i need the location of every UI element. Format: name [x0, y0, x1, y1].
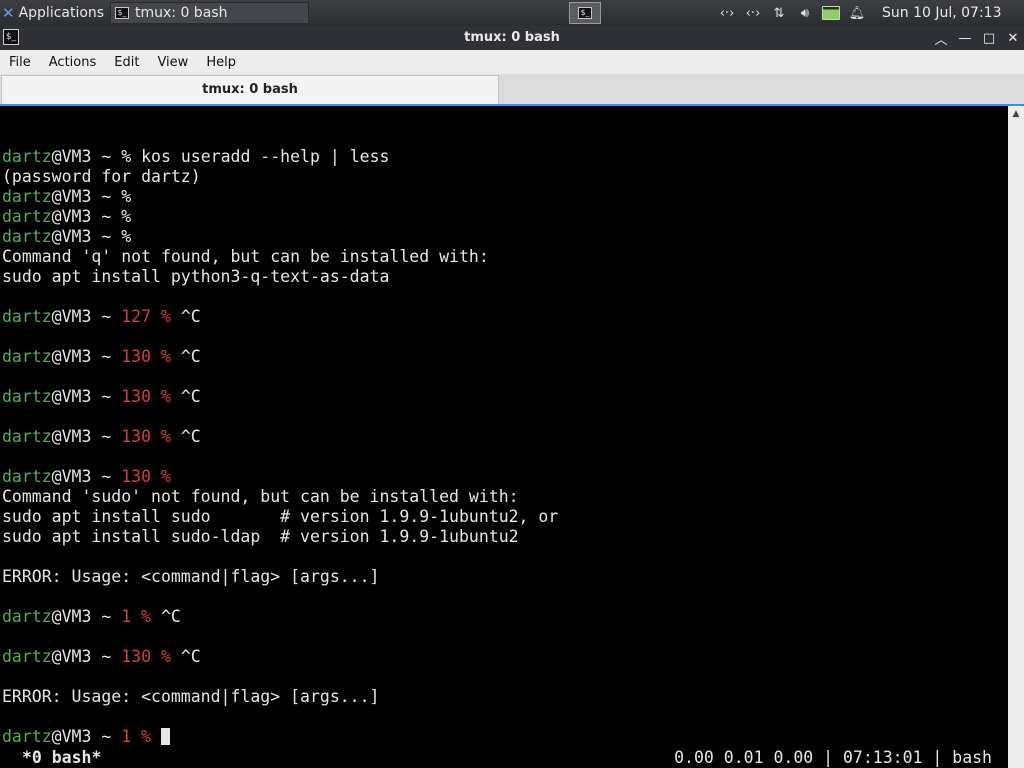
window-title: tmux: 0 bash	[464, 30, 560, 45]
menu-bar: File Actions Edit View Help	[0, 50, 1024, 74]
top-panel: ✕ Applications $_ tmux: 0 bash $_ ‹·› ‹·…	[0, 0, 1024, 26]
taskbar-terminal-button[interactable]: $_ tmux: 0 bash	[110, 2, 309, 24]
applications-label: Applications	[18, 5, 105, 21]
text-cursor	[160, 728, 170, 745]
terminal-line: sudo apt install python3-q-text-as-data	[2, 267, 390, 286]
system-tray: ‹·› ‹·› ⇅ 🔊︎ 🔔︎	[718, 0, 866, 26]
tab-tmux-bash[interactable]: tmux: 0 bash	[1, 75, 499, 105]
close-icon[interactable]: ✕	[1006, 31, 1020, 46]
terminal-line: ERROR: Usage: <command|flag> [args...]	[2, 687, 380, 706]
menu-actions[interactable]: Actions	[40, 55, 106, 70]
maximize-icon[interactable]: □	[982, 31, 996, 46]
terminal-line: Command 'q' not found, but can be instal…	[2, 247, 489, 266]
terminal-line: dartz@VM3 ~ 130 % ^C	[2, 387, 201, 406]
terminal-line: dartz@VM3 ~ 130 % ^C	[2, 347, 201, 366]
workspace-button[interactable]: $_	[569, 2, 601, 24]
xfce-logo-icon: ✕	[2, 4, 15, 22]
tmux-status-right: 0.00 0.01 0.00 | 07:13:01 | bash	[674, 748, 992, 767]
menu-edit[interactable]: Edit	[105, 55, 148, 70]
network-icon[interactable]: ‹·›	[718, 6, 736, 21]
minimize-icon[interactable]: —	[958, 31, 972, 46]
terminal-icon: $_	[578, 7, 592, 19]
terminal-line: dartz@VM3 ~ %	[2, 207, 132, 226]
tmux-window-list: *0 bash*	[12, 748, 102, 767]
terminal-line: dartz@VM3 ~ 130 %	[2, 467, 171, 486]
terminal-line: dartz@VM3 ~ %	[2, 187, 132, 206]
terminal-line: sudo apt install sudo # version 1.9.9-1u…	[2, 507, 559, 526]
terminal-line: sudo apt install sudo-ldap # version 1.9…	[2, 527, 519, 546]
transfer-icon[interactable]: ⇅	[770, 6, 788, 21]
tmux-status-bar: *0 bash* 0.00 0.01 0.00 | 07:13:01 | bas…	[0, 747, 1008, 768]
window-titlebar[interactable]: $_ tmux: 0 bash ︿ — □ ✕	[0, 26, 1024, 50]
shade-icon[interactable]: ︿	[934, 29, 948, 48]
terminal-output[interactable]: dartz@VM3 ~ % kos useradd --help | less(…	[0, 106, 1008, 768]
taskbar-label: tmux: 0 bash	[135, 5, 228, 21]
terminal-icon: $_	[115, 7, 129, 19]
terminal-line: dartz@VM3 ~ 127 % ^C	[2, 307, 201, 326]
scroll-up-arrow-icon[interactable]: ▲	[1010, 108, 1022, 120]
tab-bar: tmux: 0 bash	[0, 74, 1024, 106]
terminal-line: dartz@VM3 ~ 130 % ^C	[2, 427, 201, 446]
menu-help[interactable]: Help	[197, 55, 245, 70]
terminal-line: (password for dartz)	[2, 167, 201, 186]
terminal-line: Command 'sudo' not found, but can be ins…	[2, 487, 519, 506]
menu-view[interactable]: View	[148, 55, 197, 70]
menu-file[interactable]: File	[0, 55, 40, 70]
terminal-line: dartz@VM3 ~ %	[2, 227, 132, 246]
battery-icon[interactable]	[822, 6, 840, 20]
terminal-line: dartz@VM3 ~ 1 % ^C	[2, 607, 181, 626]
terminal-line: dartz@VM3 ~ 130 % ^C	[2, 647, 201, 666]
clock[interactable]: Sun 10 Jul, 07:13	[882, 0, 1002, 26]
terminal-line: dartz@VM3 ~ % kos useradd --help | less	[2, 147, 390, 166]
volume-icon[interactable]: 🔊︎	[796, 6, 814, 21]
scrollbar[interactable]	[1008, 106, 1024, 768]
terminal-line: ERROR: Usage: <command|flag> [args...]	[2, 567, 380, 586]
notification-bell-icon[interactable]: 🔔︎	[848, 6, 866, 21]
applications-menu-button[interactable]: ✕ Applications	[0, 0, 107, 26]
network-icon[interactable]: ‹·›	[744, 6, 762, 21]
terminal-line: dartz@VM3 ~ 1 %	[2, 727, 170, 747]
